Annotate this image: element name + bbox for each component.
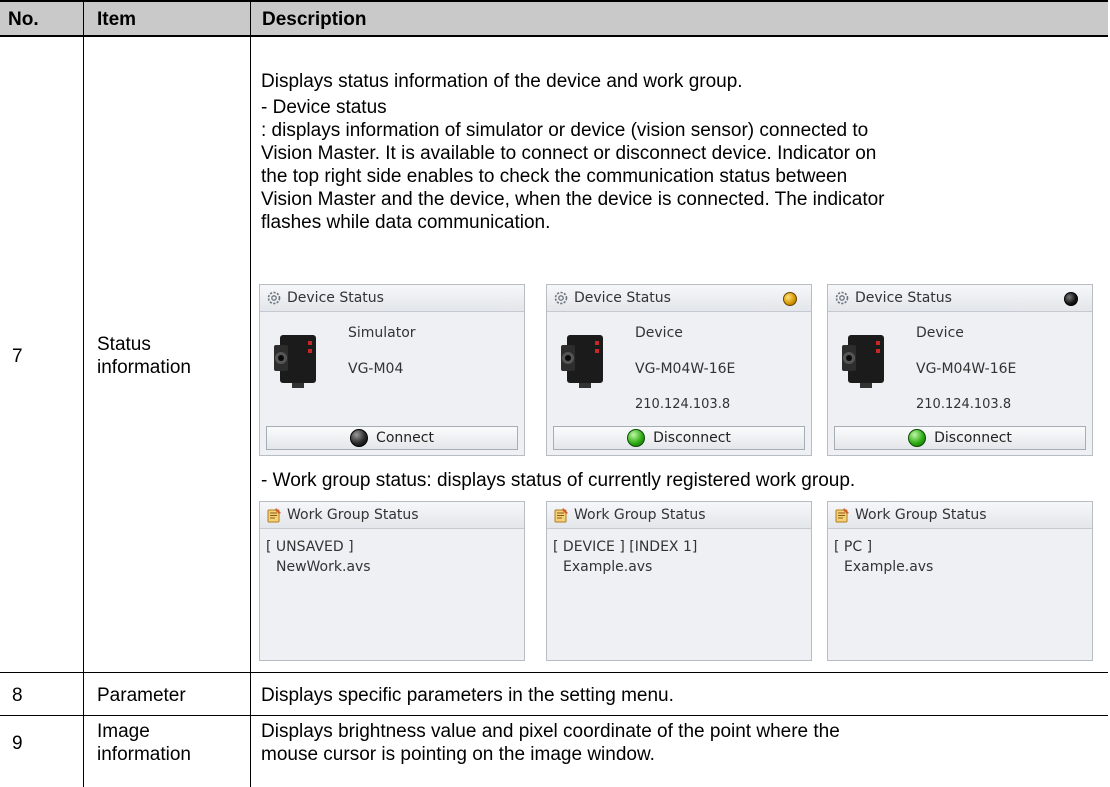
camera-sensor-icon	[557, 329, 611, 391]
panel-header: Work Group Status	[828, 502, 1092, 529]
button-label: Disconnect	[934, 429, 1012, 446]
description-text: Displays brightness value and pixel coor…	[261, 720, 1101, 766]
description-line: flashes while data communication.	[261, 212, 551, 233]
item-label-line: information	[97, 744, 191, 765]
device-status-panel: Device Status Device VG-M04W-16E 210.124…	[827, 284, 1093, 456]
row-number: 7	[12, 346, 23, 367]
device-type: Simulator	[348, 325, 416, 341]
description-line: : displays information of simulator or d…	[261, 120, 869, 141]
row-item-cell: Status information	[84, 37, 251, 672]
item-label: Status information	[97, 333, 191, 379]
item-label-line: Image	[97, 721, 150, 742]
work-group-file: Example.avs	[563, 559, 653, 575]
description-text: Displays specific parameters in the sett…	[261, 685, 674, 706]
button-label: Disconnect	[653, 429, 731, 446]
disconnect-button[interactable]: Disconnect	[834, 426, 1086, 450]
device-model: VG-M04	[348, 361, 404, 377]
communication-indicator-icon	[1064, 292, 1078, 306]
table-row: 9 Image information Displays brightness …	[0, 716, 1108, 787]
connect-button[interactable]: Connect	[266, 426, 518, 450]
row-number: 8	[12, 685, 23, 706]
notepad-icon	[834, 507, 850, 523]
header-description: Description	[262, 9, 367, 30]
table-header-row: No. Item Description	[0, 0, 1108, 37]
row-item-cell: Image information	[84, 716, 251, 787]
device-type: Device	[635, 325, 683, 341]
device-status-panel: Device Status Device VG-M04W-16E 210.124…	[546, 284, 812, 456]
led-green-icon	[908, 429, 927, 447]
description-line: Vision Master. It is available to connec…	[261, 143, 877, 164]
work-group-status-panel: Work Group Status [ DEVICE ] [INDEX 1] E…	[546, 501, 812, 661]
panel-title: Device Status	[855, 289, 952, 306]
notepad-icon	[553, 507, 569, 523]
led-green-icon	[627, 429, 646, 447]
work-group-description: - Work group status: displays status of …	[261, 470, 856, 491]
item-label-line: Status	[97, 334, 151, 355]
panel-header: Device Status	[547, 285, 811, 312]
work-group-file: NewWork.avs	[276, 559, 371, 575]
device-model: VG-M04W-16E	[635, 361, 736, 377]
header-no: No.	[0, 2, 84, 35]
panel-title: Device Status	[574, 289, 671, 306]
description-line: the top right side enables to check the …	[261, 166, 848, 187]
device-status-description: : displays information of simulator or d…	[261, 119, 1101, 234]
row-item-cell: Parameter	[84, 673, 251, 715]
row-description-cell: Displays brightness value and pixel coor…	[251, 716, 1108, 787]
device-model: VG-M04W-16E	[916, 361, 1017, 377]
panel-header: Work Group Status	[547, 502, 811, 529]
device-status-panel: Device Status Simulator VG-M04 Connect	[259, 284, 525, 456]
panel-title: Work Group Status	[287, 506, 419, 523]
row-description-cell: Displays specific parameters in the sett…	[251, 673, 1108, 715]
row-number-cell: 9	[0, 716, 84, 787]
item-label-line: information	[97, 357, 191, 378]
device-ip: 210.124.103.8	[916, 397, 1012, 412]
description-line: Vision Master and the device, when the d…	[261, 189, 885, 210]
panel-title: Device Status	[287, 289, 384, 306]
panel-title: Work Group Status	[574, 506, 706, 523]
table-row: 8 Parameter Displays specific parameters…	[0, 673, 1108, 716]
description-intro: Displays status information of the devic…	[261, 71, 743, 92]
gear-icon	[834, 290, 850, 306]
item-label: Parameter	[97, 685, 186, 706]
button-label: Connect	[376, 429, 434, 446]
notepad-icon	[266, 507, 282, 523]
row-number-cell: 7	[0, 37, 84, 672]
work-group-status-panel: Work Group Status [ PC ] Example.avs	[827, 501, 1093, 661]
panel-header: Device Status	[260, 285, 524, 312]
table-row: 7 Status information Displays status inf…	[0, 37, 1108, 673]
device-ip: 210.124.103.8	[635, 397, 731, 412]
disconnect-button[interactable]: Disconnect	[553, 426, 805, 450]
panel-header: Work Group Status	[260, 502, 524, 529]
gear-icon	[553, 290, 569, 306]
item-label: Image information	[97, 720, 191, 766]
led-black-icon	[350, 429, 369, 447]
communication-indicator-icon	[783, 292, 797, 306]
row-number-cell: 8	[0, 673, 84, 715]
panel-title: Work Group Status	[855, 506, 987, 523]
camera-sensor-icon	[270, 329, 324, 391]
description-line: Displays brightness value and pixel coor…	[261, 721, 840, 742]
header-item: Item	[84, 2, 251, 35]
camera-sensor-icon	[838, 329, 892, 391]
panel-header: Device Status	[828, 285, 1092, 312]
row-description-cell: Displays status information of the devic…	[251, 37, 1108, 672]
work-group-status-panel: Work Group Status [ UNSAVED ] NewWork.av…	[259, 501, 525, 661]
device-type: Device	[916, 325, 964, 341]
work-group-file: Example.avs	[844, 559, 934, 575]
description-line: mouse cursor is pointing on the image wi…	[261, 744, 655, 765]
device-status-heading: - Device status	[261, 97, 387, 118]
row-number: 9	[12, 733, 23, 754]
gear-icon	[266, 290, 282, 306]
